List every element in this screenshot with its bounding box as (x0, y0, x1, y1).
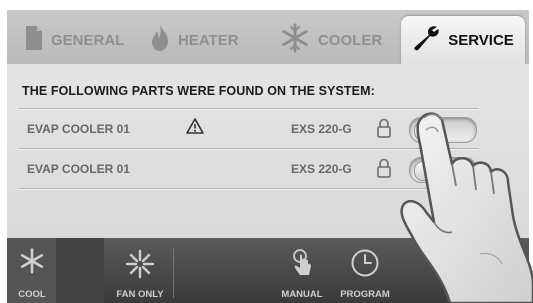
tab-heater[interactable]: HEATER (150, 22, 239, 58)
tab-general[interactable]: GENERAL (25, 22, 124, 58)
tab-cooler-label: COOLER (318, 31, 383, 49)
lock-icon (377, 118, 391, 141)
pointing-hand (400, 112, 533, 303)
document-icon (25, 25, 43, 55)
warning-icon (186, 118, 204, 137)
lock-icon (377, 158, 391, 181)
tab-service[interactable]: SERVICE (401, 16, 525, 64)
cool-mode-button[interactable]: COOL (7, 238, 57, 303)
bar-divider (173, 248, 174, 298)
fan-icon (124, 248, 156, 283)
wrench-icon (412, 24, 440, 56)
parts-heading: THE FOLLOWING PARTS WERE FOUND ON THE SY… (22, 84, 375, 98)
cool-label: COOL (18, 289, 46, 300)
part-model: EXS 220-G (291, 122, 352, 136)
touch-icon (290, 248, 314, 281)
clock-icon (350, 248, 380, 281)
fan-only-button[interactable]: FAN ONLY (102, 238, 178, 303)
tab-heater-label: HEATER (178, 31, 239, 49)
active-mode-highlight (56, 238, 104, 303)
snowflake-icon (280, 23, 310, 57)
part-name: EVAP COOLER 01 (27, 162, 130, 176)
tab-service-label: SERVICE (448, 31, 514, 49)
flame-icon (150, 24, 170, 56)
fan-only-label: FAN ONLY (116, 289, 164, 300)
program-button[interactable]: PROGRAM (335, 238, 395, 303)
tab-general-label: GENERAL (51, 31, 125, 49)
manual-label: MANUAL (281, 289, 323, 300)
snowflake-icon (19, 248, 45, 277)
manual-button[interactable]: MANUAL (274, 238, 330, 303)
program-label: PROGRAM (340, 289, 390, 300)
tab-cooler[interactable]: COOLER (280, 22, 382, 58)
part-model: EXS 220-G (291, 162, 352, 176)
tab-bar: GENERAL HEATER COOLER SERVICE (7, 10, 529, 64)
part-name: EVAP COOLER 01 (27, 122, 130, 136)
